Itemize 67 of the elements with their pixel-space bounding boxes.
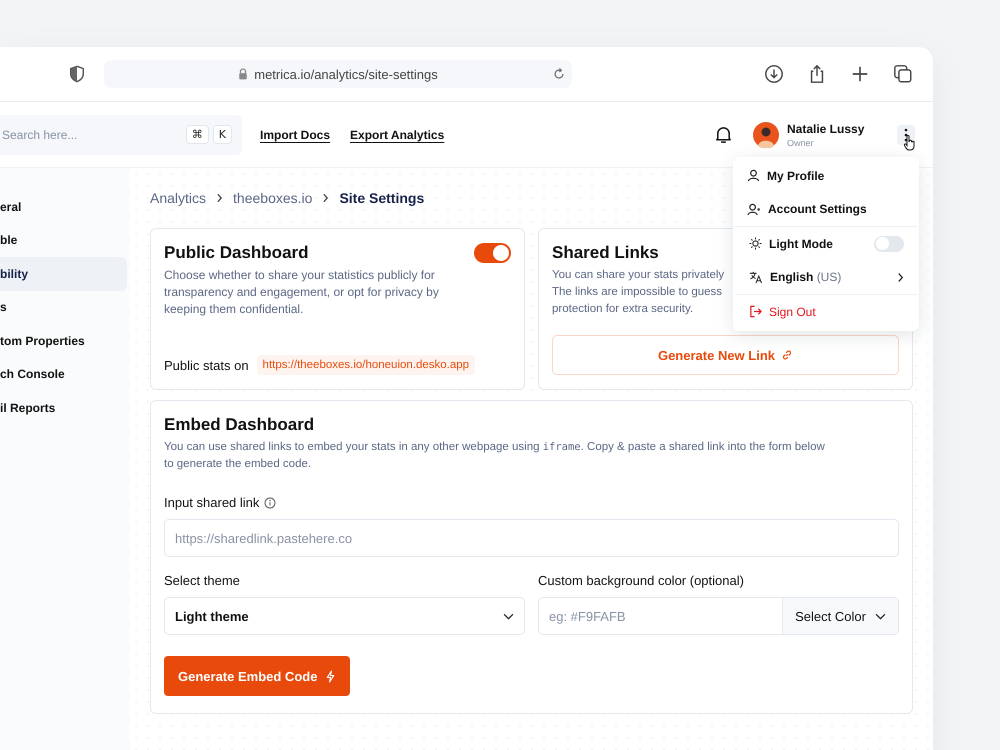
info-icon[interactable] — [264, 496, 276, 508]
sidebar-item[interactable]: ch Console — [0, 358, 127, 391]
field-label: Input shared link — [164, 495, 260, 510]
hand-cursor-icon — [903, 135, 915, 151]
shield-icon[interactable] — [68, 65, 86, 83]
header-link[interactable]: Import Docs — [260, 128, 330, 142]
stats-label: Public stats on — [164, 358, 249, 372]
avatar[interactable] — [753, 122, 779, 148]
generate-embed-button[interactable]: Generate Embed Code — [164, 656, 350, 696]
lock-icon — [238, 68, 248, 80]
user-name: Natalie Lussy — [787, 122, 866, 136]
header-link[interactable]: Export Analytics — [350, 128, 444, 142]
card-title: Public Dashboard — [164, 243, 309, 263]
card-description: You can use shared links to embed your stats in any other webpage using iframe. Copy & paste a shared link into the form below to generate the embed code. — [164, 440, 826, 472]
more-icon — [904, 128, 908, 142]
lightning-icon — [325, 670, 336, 682]
chevron-down-icon — [503, 612, 514, 620]
menu-item[interactable]: Light Mode — [735, 227, 917, 260]
field-label: Custom background color (optional) — [538, 573, 744, 588]
public-stats-link[interactable]: https://theeboxes.io/honeuion.desko.app — [256, 355, 476, 375]
breadcrumb-item[interactable]: theeboxes.io — [233, 190, 312, 206]
download-icon[interactable] — [764, 64, 784, 84]
sidebar-item[interactable]: s — [0, 290, 127, 324]
shortcut-key: ⌘ — [186, 125, 209, 144]
card-title: Shared Links — [552, 243, 659, 263]
card-description: You can share your stats privately The links are impossible to guess protection for extra security. — [552, 268, 724, 317]
sun-icon — [749, 237, 762, 250]
sidebar-item[interactable]: tom Properties — [0, 324, 127, 358]
sidebar-item[interactable]: il Reports — [0, 391, 127, 424]
select-color-button[interactable]: Select Color — [782, 598, 898, 634]
search-input[interactable]: Search here... — [0, 128, 182, 142]
sidebar-item[interactable]: ble — [0, 224, 127, 257]
link-icon — [781, 349, 794, 361]
sidebar-item[interactable]: bility — [0, 257, 127, 290]
field-label: Select theme — [164, 573, 240, 588]
shortcut-key: K — [212, 125, 232, 144]
user-role: Owner — [787, 138, 815, 148]
breadcrumb-item[interactable]: Analytics — [150, 190, 206, 206]
translate-icon — [749, 270, 763, 284]
menu-item[interactable]: Sign Out — [735, 295, 917, 328]
bell-icon[interactable] — [714, 125, 733, 144]
chevron-icon — [216, 193, 224, 203]
address-bar[interactable]: metrica.io/analytics/site-settings — [104, 60, 572, 88]
theme-select[interactable]: Light theme — [164, 597, 525, 635]
chevron-down-icon — [874, 612, 886, 620]
mode-toggle[interactable] — [874, 236, 904, 252]
menu-item[interactable]: Account Settings — [733, 192, 919, 226]
generate-link-button[interactable]: Generate New Link — [552, 335, 899, 375]
plus-icon[interactable] — [850, 64, 870, 84]
shared-link-field[interactable]: https://sharedlink.pastehere.co — [164, 519, 899, 557]
chevron-right-icon — [897, 272, 904, 283]
card-description: Choose whether to share your statistics publicly for transparency and engagement, or opt for privacy by keeping them confidential. — [164, 267, 440, 318]
sidebar-item[interactable]: eral — [0, 190, 127, 224]
chevron-icon — [322, 193, 330, 203]
user-icon — [747, 169, 760, 182]
menu-item[interactable]: English (US) — [735, 260, 917, 294]
url-text: metrica.io/analytics/site-settings — [254, 66, 438, 82]
reload-icon[interactable] — [552, 67, 566, 81]
search-field[interactable]: Search here... ⌘ K — [0, 114, 242, 154]
sign-out-icon — [749, 305, 762, 318]
tabs-icon[interactable] — [893, 64, 913, 84]
color-field[interactable]: eg: #F9FAFB Select Color — [538, 597, 899, 635]
card-title: Embed Dashboard — [164, 415, 316, 435]
breadcrumb-item[interactable]: Site Settings — [339, 190, 424, 206]
toggle-switch[interactable] — [474, 243, 511, 263]
user-settings-icon — [747, 202, 761, 216]
menu-item[interactable]: My Profile — [733, 159, 919, 192]
